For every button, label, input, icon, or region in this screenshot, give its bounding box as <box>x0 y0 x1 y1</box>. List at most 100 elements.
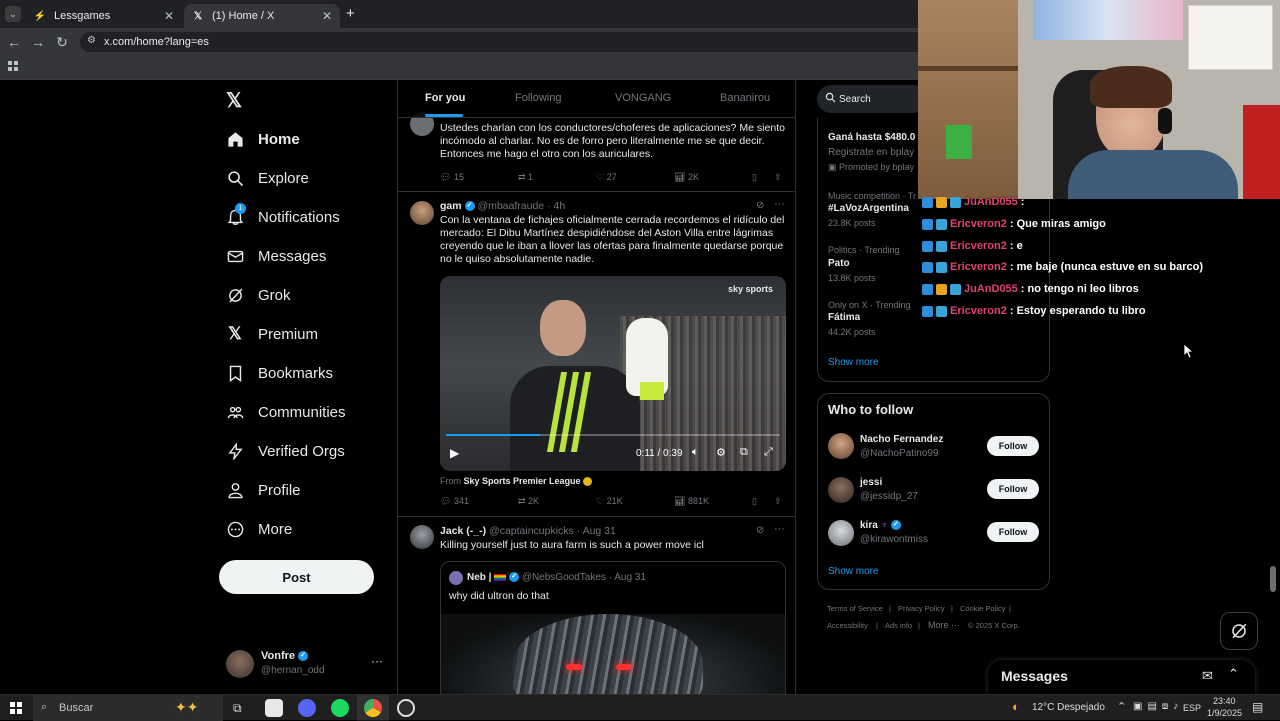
footer-accessibility[interactable]: Accessibility <box>827 621 868 630</box>
notification-center-icon[interactable]: ▤ <box>1252 700 1263 714</box>
share-icon[interactable]: ⇪ <box>774 496 782 507</box>
follow-show-more[interactable]: Show more <box>828 566 879 577</box>
new-message-icon[interactable]: ✉ <box>1202 668 1213 684</box>
tweet-author-name[interactable]: gam <box>440 200 462 212</box>
tweet-author-handle[interactable]: @mbaafraude <box>477 200 544 212</box>
pip-icon[interactable]: ⧉ <box>740 446 748 459</box>
grok-floating-button[interactable] <box>1220 612 1258 650</box>
reply-button[interactable]: 💬︎ 15 <box>440 172 464 183</box>
tab-for-you[interactable]: For you <box>425 92 465 104</box>
account-more-icon[interactable]: ··· <box>371 654 383 668</box>
promo-title[interactable]: Ganá hasta $480.0 <box>828 132 915 143</box>
video-progress-track[interactable] <box>446 434 780 436</box>
trends-show-more[interactable]: Show more <box>828 357 879 368</box>
video-source[interactable]: Sky Sports Premier League <box>464 476 581 486</box>
sidebar-item-home[interactable]: Home <box>226 124 300 154</box>
clock-time[interactable]: 23:40 <box>1213 696 1236 706</box>
retweet-button[interactable]: ⇄ 2K <box>518 496 539 507</box>
share-icon[interactable]: ⇪ <box>774 172 782 183</box>
settings-icon[interactable]: ⚙ <box>716 446 726 459</box>
new-tab-button[interactable]: + <box>346 5 355 22</box>
task-view-icon[interactable]: ⧉ <box>233 701 242 716</box>
like-button[interactable]: ♡ 27 <box>596 172 617 183</box>
browser-tab-lessgames[interactable]: ⚡ Lessgames ✕ <box>26 4 182 28</box>
play-icon[interactable]: ▶ <box>450 446 459 460</box>
reload-icon[interactable]: ↻ <box>52 32 72 52</box>
follow-button[interactable]: Follow <box>987 436 1039 456</box>
tab-list-button[interactable]: ⌄ <box>5 6 21 22</box>
obs-app-icon[interactable] <box>397 699 415 717</box>
mute-icon[interactable]: 🔈︎ <box>692 446 699 459</box>
quote-author-name[interactable]: Neb | <box>467 572 491 583</box>
weather-text[interactable]: 12°C Despejado <box>1032 702 1105 713</box>
chat-username[interactable]: Ericveron2 <box>950 240 1007 252</box>
trend-name[interactable]: Pato <box>828 258 850 269</box>
quote-time[interactable]: · Aug 31 <box>609 572 646 583</box>
messages-drawer[interactable]: Messages ✉ ⌃ <box>988 660 1255 694</box>
footer-more[interactable]: More ··· <box>928 620 960 630</box>
grok-icon[interactable]: ⊘ <box>756 200 764 211</box>
spotify-app-icon[interactable] <box>331 699 349 717</box>
follow-button[interactable]: Follow <box>987 479 1039 499</box>
footer-ads-info[interactable]: Ads info <box>885 621 912 630</box>
tweet-author-name[interactable]: Jack (-_-) <box>440 525 486 537</box>
tab-vongang[interactable]: VONGANG <box>615 92 671 104</box>
discord-app-icon[interactable] <box>298 699 316 717</box>
account-switcher[interactable]: Vonfre ✓ @hernan_odd ··· <box>226 648 386 680</box>
sidebar-item-grok[interactable]: Grok <box>226 280 291 310</box>
tab-following[interactable]: Following <box>515 92 561 104</box>
avatar[interactable] <box>828 477 854 503</box>
tweet-more-icon[interactable]: ··· <box>774 198 785 210</box>
tweet-author-handle[interactable]: @captaincupkicks <box>489 525 574 537</box>
language-indicator[interactable]: ESP <box>1183 703 1201 713</box>
fullscreen-icon[interactable]: ⤢ <box>764 446 773 459</box>
follow-button[interactable]: Follow <box>987 522 1039 542</box>
trend-name[interactable]: Fátima <box>828 312 860 323</box>
tweet[interactable]: Ustedes charlan con los conductores/chof… <box>398 112 795 191</box>
footer-privacy[interactable]: Privacy Policy <box>898 604 945 613</box>
weather-icon[interactable]: ◐ <box>1012 699 1020 714</box>
tweet[interactable]: gam ✓ @mbaafraude · 4h ⊘ ··· Con la vent… <box>398 192 795 516</box>
views-button[interactable]: 📊︎ 2K <box>674 172 699 183</box>
chat-username[interactable]: Ericveron2 <box>950 261 1007 273</box>
chat-username[interactable]: JuAnD055 <box>964 283 1018 295</box>
bookmark-icon[interactable]: ▯ <box>752 496 757 507</box>
footer-cookie[interactable]: Cookie Policy <box>960 604 1005 613</box>
clock-date[interactable]: 1/9/2025 <box>1207 708 1242 718</box>
quote-tweet[interactable]: Neb | ✓ @NebsGoodTakes · Aug 31 why did … <box>440 561 786 694</box>
quote-image[interactable] <box>441 614 785 694</box>
x-logo-icon[interactable]: 𝕏 <box>226 88 242 113</box>
sidebar-item-communities[interactable]: Communities <box>226 397 346 427</box>
chat-username[interactable]: Ericveron2 <box>950 305 1007 317</box>
suggested-user-name[interactable]: jessi <box>860 477 882 488</box>
grok-icon[interactable]: ⊘ <box>756 525 764 536</box>
browser-tab-x-home[interactable]: 𝕏 (1) Home / X ✕ <box>184 4 340 28</box>
retweet-button[interactable]: ⇄ 1 <box>518 172 533 183</box>
sidebar-item-verified-orgs[interactable]: Verified Orgs <box>226 436 345 466</box>
tweet-more-icon[interactable]: ··· <box>774 523 785 535</box>
chevron-up-icon[interactable]: ⌃ <box>1228 666 1239 682</box>
like-button[interactable]: ♡ 21K <box>596 496 623 507</box>
tray-icons[interactable]: ▣▤⧈♪ <box>1133 701 1183 712</box>
sidebar-item-more[interactable]: More <box>226 514 292 544</box>
quote-author-handle[interactable]: @NebsGoodTakes <box>522 572 606 583</box>
taskbar-search-input[interactable]: ⌕ Buscar ✦✦ <box>33 695 223 721</box>
scrollbar-thumb[interactable] <box>1270 566 1276 592</box>
tweet-time[interactable]: · 4h <box>547 200 565 212</box>
forward-arrow-icon[interactable]: → <box>28 32 48 52</box>
search-input[interactable]: Search <box>817 85 927 113</box>
views-button[interactable]: 📊︎ 881K <box>674 496 709 507</box>
avatar[interactable] <box>828 433 854 459</box>
reply-button[interactable]: 💬︎ 341 <box>440 496 469 507</box>
chat-username[interactable]: Ericveron2 <box>950 218 1007 230</box>
tweet-video[interactable]: sky sports ▶ 0:11 / 0:39 🔈︎ ⚙ ⧉ ⤢ <box>440 276 786 471</box>
chevron-up-icon[interactable]: ⌃ <box>1117 700 1126 713</box>
suggested-user-name[interactable]: kira <box>860 520 878 531</box>
windows-start-icon[interactable] <box>10 702 22 714</box>
post-button[interactable]: Post <box>219 560 374 594</box>
close-icon[interactable]: ✕ <box>164 9 174 23</box>
tweet-time[interactable]: · Aug 31 <box>577 525 616 537</box>
tweet[interactable]: Jack (-_-) @captaincupkicks · Aug 31 ⊘ ·… <box>398 517 795 694</box>
bookmark-icon[interactable]: ▯ <box>752 172 757 183</box>
sidebar-item-profile[interactable]: Profile <box>226 475 301 505</box>
